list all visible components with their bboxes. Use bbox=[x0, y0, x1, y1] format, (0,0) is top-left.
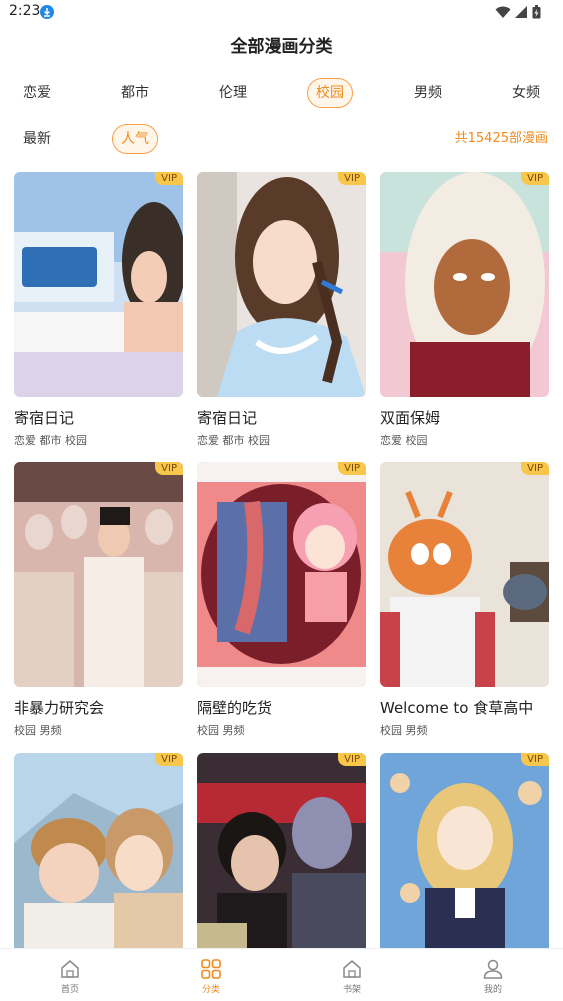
category-tab-romance[interactable]: 恋爱 bbox=[14, 78, 60, 108]
sort-filter-row: 最新 人气 共15425部漫画 bbox=[0, 124, 563, 154]
comic-card[interactable]: VIP 双面保姆 恋爱 校园 bbox=[380, 172, 549, 448]
download-icon bbox=[40, 5, 54, 19]
nav-category-label: 分类 bbox=[201, 985, 220, 995]
category-tab-female[interactable]: 女频 bbox=[503, 78, 549, 108]
comic-title[interactable]: 寄宿日记 bbox=[197, 407, 366, 428]
category-tab-city[interactable]: 都市 bbox=[112, 78, 158, 108]
vip-badge: VIP bbox=[521, 172, 549, 185]
vip-badge: VIP bbox=[338, 462, 366, 475]
nav-home[interactable]: 首页 bbox=[0, 949, 140, 1001]
user-icon bbox=[483, 959, 503, 979]
comic-card[interactable]: VIP 寄宿日记 恋爱 都市 校园 bbox=[197, 172, 366, 448]
home-icon bbox=[61, 960, 79, 978]
nav-category[interactable]: 分类 bbox=[141, 949, 281, 1001]
comic-title[interactable]: 双面保姆 bbox=[380, 407, 549, 428]
total-count: 共15425部漫画 bbox=[454, 131, 548, 146]
comic-cover[interactable]: VIP bbox=[380, 753, 549, 978]
comic-cover[interactable]: VIP bbox=[197, 462, 366, 687]
vip-badge: VIP bbox=[521, 753, 549, 766]
comic-card[interactable]: VIP 非暴力研究会 校园 男频 bbox=[14, 462, 183, 738]
comic-title[interactable]: 寄宿日记 bbox=[14, 407, 183, 428]
comic-cover[interactable]: VIP bbox=[14, 753, 183, 978]
bookshelf-icon bbox=[343, 960, 361, 978]
vip-badge: VIP bbox=[338, 753, 366, 766]
battery-icon bbox=[532, 5, 541, 19]
comic-tags: 校园 男频 bbox=[197, 724, 245, 737]
comic-cover[interactable]: VIP bbox=[14, 462, 183, 687]
category-tab-campus[interactable]: 校园 bbox=[307, 78, 353, 108]
comic-card[interactable]: VIP 隔壁的吃货 校园 男频 bbox=[197, 462, 366, 738]
vip-badge: VIP bbox=[338, 172, 366, 185]
comic-cover[interactable]: VIP bbox=[380, 462, 549, 687]
comic-tags: 校园 男频 bbox=[14, 724, 62, 737]
bottom-nav: 首页 分类 书架 我的 bbox=[0, 948, 563, 1001]
wifi-icon bbox=[495, 6, 511, 18]
vip-badge: VIP bbox=[155, 172, 183, 185]
vip-badge: VIP bbox=[155, 462, 183, 475]
comic-cover[interactable]: VIP bbox=[14, 172, 183, 397]
comic-tags: 恋爱 校园 bbox=[380, 434, 428, 447]
page-title: 全部漫画分类 bbox=[230, 37, 333, 57]
nav-bookshelf[interactable]: 书架 bbox=[282, 949, 422, 1001]
vip-badge: VIP bbox=[155, 753, 183, 766]
comic-card[interactable]: VIP bbox=[380, 753, 549, 978]
comic-card[interactable]: VIP bbox=[14, 753, 183, 978]
nav-profile[interactable]: 我的 bbox=[423, 949, 563, 1001]
category-filter-row: 恋爱 都市 伦理 校园 男频 女频 bbox=[0, 78, 563, 108]
comic-cover[interactable]: VIP bbox=[197, 753, 366, 978]
sort-tab-popular[interactable]: 人气 bbox=[112, 124, 158, 154]
comic-tags: 恋爱 都市 校园 bbox=[197, 434, 270, 447]
status-bar: 2:23 bbox=[0, 0, 563, 24]
comic-title[interactable]: 隔壁的吃货 bbox=[197, 697, 366, 718]
category-tab-male[interactable]: 男频 bbox=[405, 78, 451, 108]
comic-title[interactable]: Welcome to 食草高中 bbox=[380, 697, 549, 718]
vip-badge: VIP bbox=[521, 462, 549, 475]
nav-home-label: 首页 bbox=[60, 985, 79, 995]
signal-icon bbox=[515, 6, 527, 18]
comic-card[interactable]: VIP bbox=[197, 753, 366, 978]
sort-tab-newest[interactable]: 最新 bbox=[14, 124, 60, 154]
comic-card[interactable]: VIP 寄宿日记 恋爱 都市 校园 bbox=[14, 172, 183, 448]
comic-cover[interactable]: VIP bbox=[380, 172, 549, 397]
status-time: 2:23 bbox=[9, 3, 41, 19]
nav-bookshelf-label: 书架 bbox=[342, 985, 361, 995]
category-tab-ethics[interactable]: 伦理 bbox=[210, 78, 256, 108]
comic-card[interactable]: VIP Welcome to 食草高中 校园 男频 bbox=[380, 462, 549, 738]
nav-profile-label: 我的 bbox=[483, 985, 502, 995]
category-grid-icon bbox=[201, 959, 221, 979]
comic-tags: 恋爱 都市 校园 bbox=[14, 434, 87, 447]
comic-title[interactable]: 非暴力研究会 bbox=[14, 697, 183, 718]
comic-tags: 校园 男频 bbox=[380, 724, 428, 737]
comic-cover[interactable]: VIP bbox=[197, 172, 366, 397]
